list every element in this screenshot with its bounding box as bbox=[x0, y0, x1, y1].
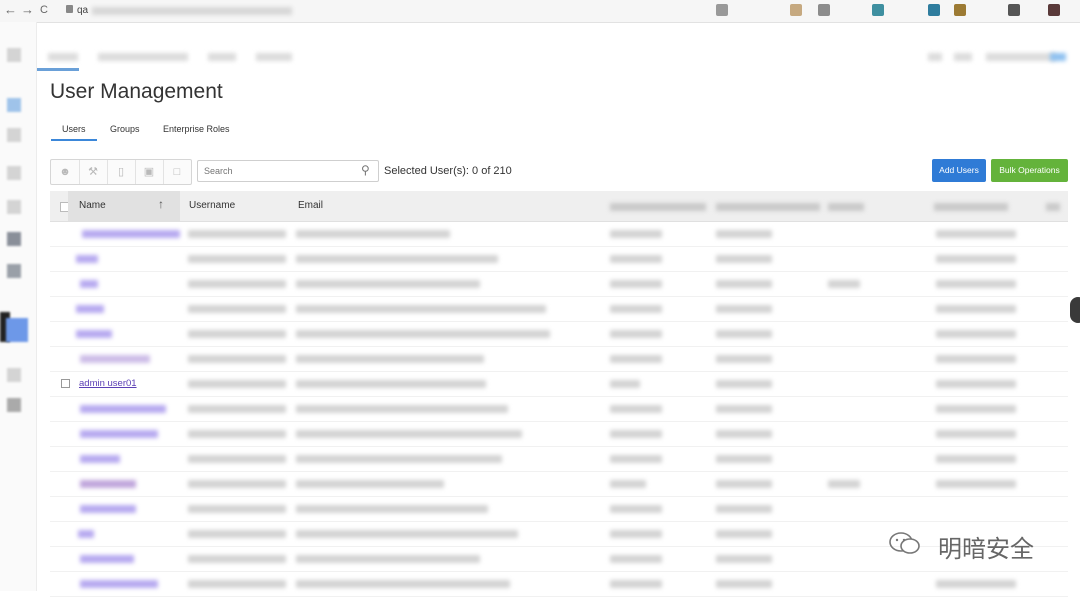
trash-icon[interactable]: ▯ bbox=[107, 160, 136, 184]
table-row[interactable] bbox=[50, 296, 1068, 322]
rail-icon[interactable] bbox=[7, 128, 21, 142]
column-header-redacted[interactable] bbox=[716, 203, 820, 211]
selected-users-count: Selected User(s): 0 of 210 bbox=[384, 165, 512, 177]
extension-icon[interactable] bbox=[818, 4, 830, 16]
add-users-button[interactable]: Add Users bbox=[932, 159, 986, 182]
translate-icon[interactable] bbox=[716, 4, 728, 16]
rail-icon[interactable] bbox=[7, 98, 21, 112]
lock-icon[interactable]: ▣ bbox=[135, 160, 164, 184]
sort-ascending-icon[interactable]: ↑ bbox=[158, 197, 164, 211]
column-header-name[interactable]: Name bbox=[79, 200, 106, 211]
extension-icon[interactable] bbox=[1008, 4, 1020, 16]
nav-icon[interactable] bbox=[928, 53, 942, 61]
address-text: qa bbox=[77, 5, 89, 16]
rail-icon[interactable] bbox=[7, 166, 21, 180]
browser-toolbar: ← → C qa bbox=[0, 0, 1080, 23]
watermark-text: 明暗安全 bbox=[938, 535, 1034, 563]
forward-icon[interactable]: → bbox=[21, 2, 34, 18]
nav-item[interactable] bbox=[208, 53, 236, 61]
back-icon[interactable]: ← bbox=[4, 2, 17, 18]
rail-icon[interactable] bbox=[7, 368, 21, 382]
row-checkbox[interactable] bbox=[61, 379, 70, 388]
lock-icon bbox=[66, 5, 73, 13]
user-action-toolbar: ☻ ⚒ ▯ ▣ □ bbox=[50, 159, 192, 185]
nav-user[interactable] bbox=[986, 53, 1056, 61]
left-rail bbox=[0, 22, 37, 591]
nav-item[interactable] bbox=[256, 53, 292, 61]
table-row[interactable] bbox=[50, 421, 1068, 447]
nav-icon[interactable] bbox=[954, 53, 972, 61]
reload-icon[interactable]: C bbox=[40, 2, 48, 18]
rail-icon[interactable] bbox=[6, 318, 28, 342]
rail-icon[interactable] bbox=[7, 232, 21, 246]
table-row[interactable] bbox=[50, 321, 1068, 347]
column-header-redacted[interactable] bbox=[828, 203, 864, 211]
table-row[interactable] bbox=[50, 346, 1068, 372]
bulk-operations-button[interactable]: Bulk Operations bbox=[991, 159, 1068, 182]
nav-item[interactable] bbox=[98, 53, 188, 61]
column-header-redacted[interactable] bbox=[1046, 203, 1060, 211]
table-row[interactable]: admin user01 bbox=[50, 371, 1068, 397]
column-header-redacted[interactable] bbox=[934, 203, 1008, 211]
table-row[interactable] bbox=[50, 446, 1068, 472]
column-header-username[interactable]: Username bbox=[189, 200, 235, 211]
rail-icon[interactable] bbox=[7, 398, 21, 412]
wrench-icon[interactable]: ⚒ bbox=[79, 160, 108, 184]
nav-active-indicator bbox=[37, 68, 79, 71]
table-row[interactable] bbox=[50, 396, 1068, 422]
nav-icon[interactable] bbox=[1050, 53, 1066, 61]
page-title: User Management bbox=[50, 80, 223, 103]
scroll-handle[interactable] bbox=[1070, 297, 1080, 323]
user-name-link[interactable]: admin user01 bbox=[79, 378, 137, 389]
rail-icon[interactable] bbox=[7, 264, 21, 278]
address-redacted bbox=[92, 7, 292, 15]
search-input[interactable] bbox=[197, 160, 379, 182]
column-header-email[interactable]: Email bbox=[298, 200, 323, 211]
add-user-icon[interactable]: ☻ bbox=[51, 160, 80, 184]
rail-icon[interactable] bbox=[7, 200, 21, 214]
nav-item[interactable] bbox=[48, 53, 78, 61]
profile-icon[interactable] bbox=[1048, 4, 1060, 16]
table-header: Name ↑ Username Email bbox=[50, 191, 1068, 222]
extension-icon[interactable] bbox=[790, 4, 802, 16]
wechat-icon bbox=[889, 532, 920, 554]
unlock-icon[interactable]: □ bbox=[163, 160, 191, 184]
table-row[interactable] bbox=[50, 271, 1068, 297]
table-row[interactable] bbox=[50, 246, 1068, 272]
extension-icon[interactable] bbox=[954, 4, 966, 16]
table-row[interactable] bbox=[50, 221, 1068, 247]
extension-icon[interactable] bbox=[872, 4, 884, 16]
rail-icon[interactable] bbox=[7, 48, 21, 62]
tab-users[interactable]: Users bbox=[62, 124, 86, 134]
column-header-redacted[interactable] bbox=[610, 203, 706, 211]
table-row[interactable] bbox=[50, 471, 1068, 497]
extension-icon[interactable] bbox=[928, 4, 940, 16]
table-row[interactable] bbox=[50, 571, 1068, 597]
active-tab-indicator bbox=[51, 139, 97, 141]
search-icon[interactable]: ⚲ bbox=[361, 163, 370, 177]
table-row[interactable] bbox=[50, 496, 1068, 522]
app-navigation bbox=[36, 40, 1080, 72]
tab-enterprise-roles[interactable]: Enterprise Roles bbox=[163, 124, 230, 134]
tab-groups[interactable]: Groups bbox=[110, 124, 140, 134]
